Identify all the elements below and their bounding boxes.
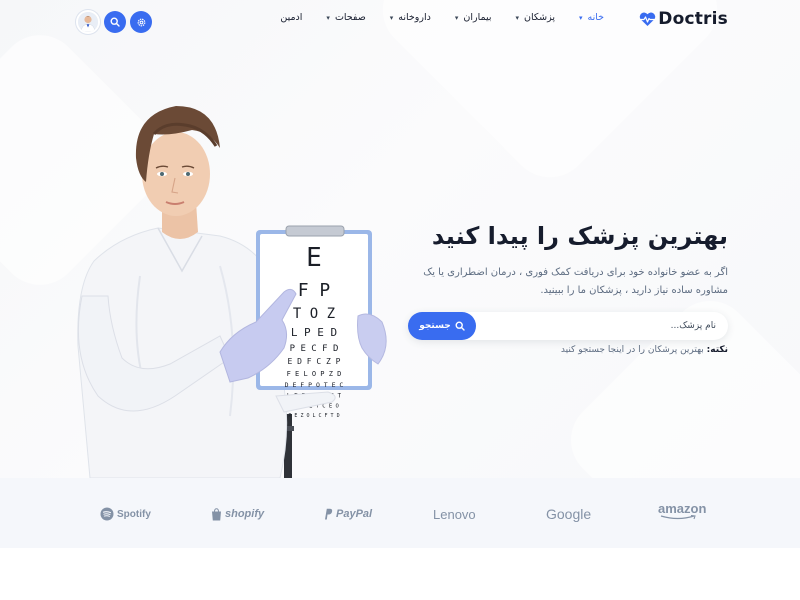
google-logo: Google (546, 504, 591, 524)
brand-name: Lenovo (433, 506, 476, 522)
main-nav: خانه ▾ پزشکان ▾ بیماران ▾ داروخانه ▾ صفح… (280, 12, 604, 23)
nav-item-label: داروخانه (398, 12, 431, 23)
brand-name: Google (546, 506, 592, 522)
hero-title: بهترین پزشک را پیدا کنید (431, 222, 728, 250)
nav-item-label: خانه (587, 12, 604, 23)
nav-item-admin[interactable]: ادمین (280, 12, 302, 23)
note-text: بهترین پرشکان را در اینجا جستجو کنید (560, 345, 704, 355)
logo-text: Doctris (658, 9, 728, 29)
chevron-down-icon: ▾ (326, 13, 330, 22)
search-button-label: جستجو (419, 321, 451, 331)
heart-pulse-icon (639, 12, 656, 27)
search-button[interactable] (104, 11, 126, 33)
paypal-icon (325, 508, 333, 520)
search-icon (110, 17, 120, 27)
logo[interactable]: Doctris (639, 9, 728, 29)
nav-item-label: بیماران (463, 12, 492, 23)
eye-chart-row: F P (298, 280, 331, 301)
eye-chart-row: E (306, 243, 322, 273)
doctor-search-input[interactable] (516, 312, 716, 340)
top-navbar: Doctris خانه ▾ پزشکان ▾ بیماران ▾ داروخا… (0, 0, 800, 40)
paypal-logo: PayPal (323, 504, 372, 524)
brand-name: amazon (658, 501, 707, 516)
eye-chart-row: F E L O P Z D (287, 370, 342, 378)
search-note: نکته: بهترین پرشکان را در اینجا جستجو کن… (398, 345, 728, 355)
settings-icon (137, 18, 145, 26)
brand-logos-strip: Spotify shopify PayPal Lenovo Google ama… (0, 478, 800, 548)
user-avatar[interactable] (76, 10, 100, 34)
nav-item-pharmacy[interactable]: داروخانه ▾ (390, 12, 431, 23)
nav-item-doctors[interactable]: پزشکان ▾ (515, 12, 554, 23)
eye-chart-row: T O Z (293, 306, 335, 322)
chevron-down-icon: ▾ (578, 13, 583, 22)
lenovo-logo: Lenovo (433, 504, 476, 524)
search-icon (455, 321, 465, 331)
chevron-down-icon: ▾ (515, 13, 519, 22)
brand-name: shopify (225, 508, 265, 520)
doctor-illustration: E F P T O Z L P E D P E C F D E D F C Z P F E … (70, 96, 400, 479)
amazon-smile-icon (660, 515, 696, 520)
shopify-logo: shopify (211, 504, 264, 524)
nav-item-label: ادمین (280, 12, 303, 23)
nav-item-label: صفحات (334, 12, 366, 23)
settings-button[interactable] (130, 11, 152, 33)
eye-chart-row: L P E D (291, 326, 337, 339)
chevron-down-icon: ▾ (454, 13, 459, 22)
brand-name: PayPal (336, 508, 373, 520)
nav-item-home[interactable]: خانه ▾ (579, 12, 604, 23)
note-label: نکته: (706, 345, 728, 355)
hero-description: اگر به عضو خانواده خود برای دریافت کمک ف… (423, 267, 728, 296)
spotify-icon (100, 507, 114, 521)
nav-item-patients[interactable]: بیماران ▾ (455, 12, 492, 23)
search-submit-button[interactable]: جستجو (408, 312, 476, 340)
shopify-bag-icon (212, 507, 221, 520)
brand-name: Spotify (117, 508, 151, 520)
amazon-logo: amazon (658, 502, 706, 522)
nav-item-pages[interactable]: صفحات ▾ (326, 12, 365, 23)
nav-item-label: پزشکان (524, 12, 555, 23)
spotify-logo: Spotify (100, 504, 151, 524)
eye-chart-row: P E C F D (290, 344, 339, 354)
chevron-down-icon: ▾ (389, 13, 394, 22)
doctor-search-form: جستجو (408, 312, 728, 340)
header-actions (76, 10, 152, 34)
eye-chart-row: P E Z O L C F T D (288, 413, 339, 419)
eye-chart-row: E D F C Z P (288, 357, 341, 366)
eye-chart-row: D E F P O T E C (285, 381, 344, 389)
